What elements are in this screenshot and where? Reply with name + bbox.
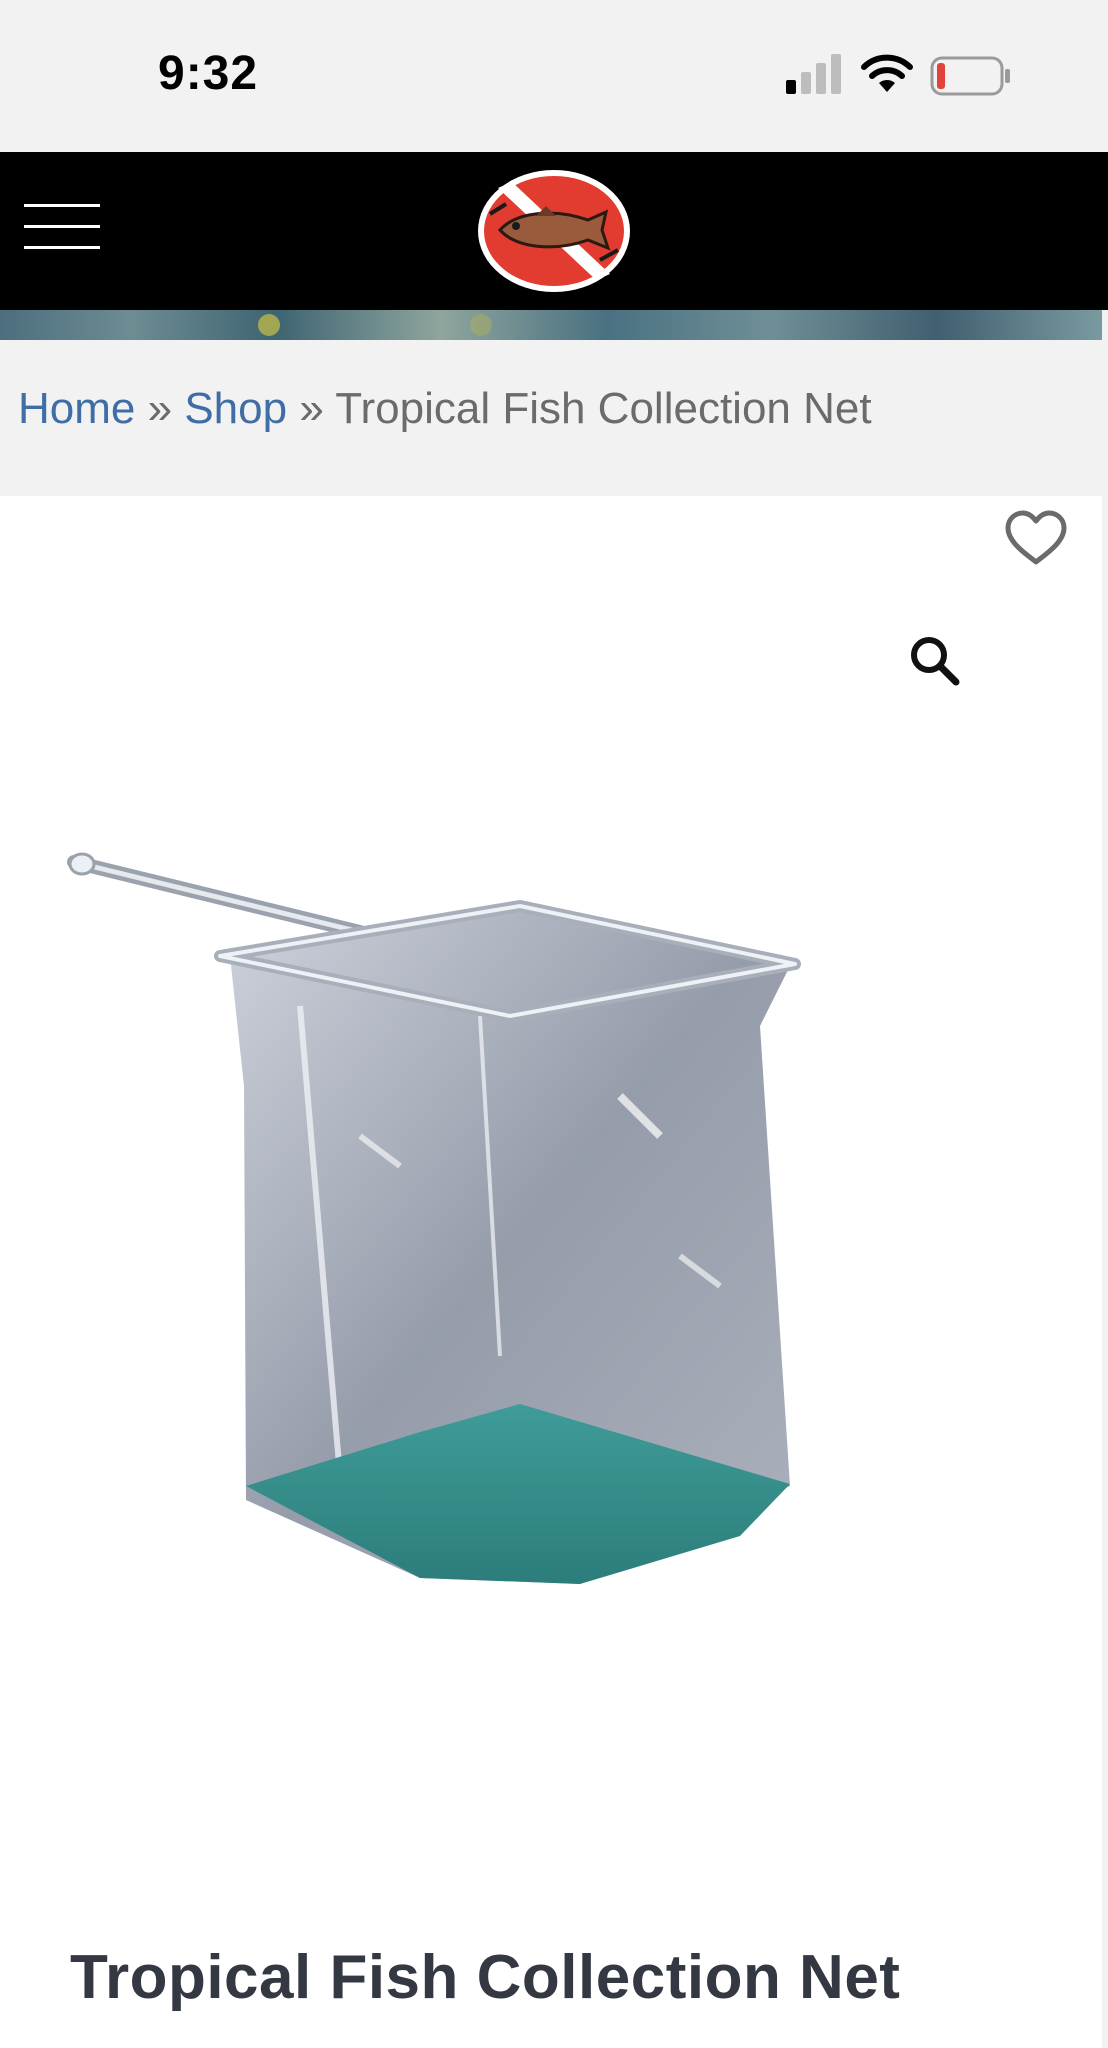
- breadcrumb-home-link[interactable]: Home: [18, 384, 135, 433]
- product-image-collection-net[interactable]: [60, 836, 810, 1596]
- magnifier-icon[interactable]: [908, 634, 962, 688]
- hamburger-menu-icon[interactable]: [24, 204, 100, 252]
- breadcrumb-shop-link[interactable]: Shop: [184, 384, 287, 433]
- status-time: 9:32: [158, 47, 259, 100]
- breadcrumb-separator: »: [299, 384, 324, 433]
- battery-icon: [930, 56, 1010, 96]
- status-bar: 9:32: [0, 0, 1108, 152]
- product-title: Tropical Fish Collection Net: [70, 1943, 901, 2012]
- heart-outline-icon[interactable]: [1004, 510, 1068, 566]
- breadcrumb-separator: »: [147, 384, 173, 433]
- hero-banner-strip: [0, 310, 1102, 340]
- wifi-icon: [861, 54, 913, 92]
- breadcrumb-current: Tropical Fish Collection Net: [335, 384, 872, 433]
- site-header: [0, 152, 1108, 310]
- dive-flag-fish-logo[interactable]: [476, 168, 632, 294]
- breadcrumb-text: Home » Shop » Tropical Fish Collection N…: [18, 384, 872, 434]
- signal-icon: [786, 54, 841, 94]
